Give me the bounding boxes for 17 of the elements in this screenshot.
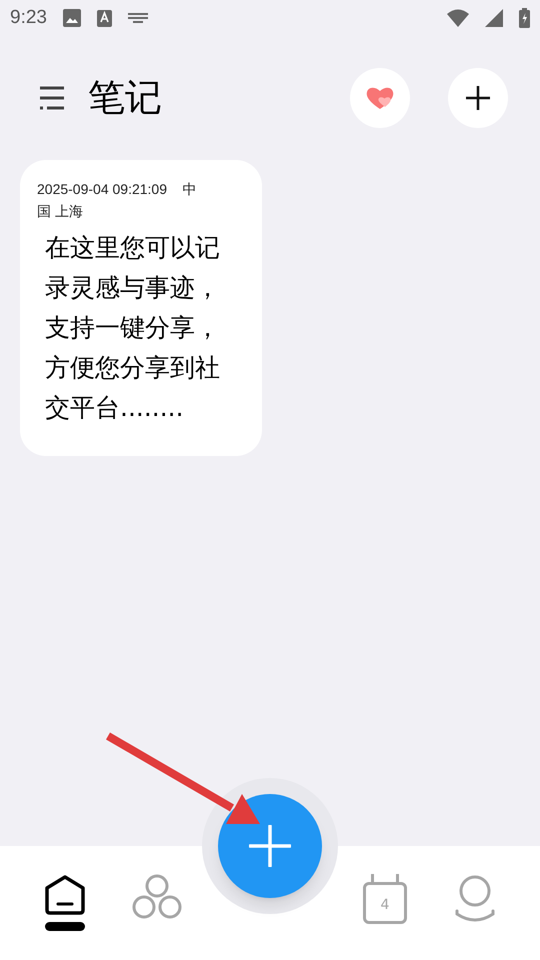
- image-icon: [62, 9, 81, 27]
- note-body: 在这里您可以记录灵感与事迹，支持一键分享，方便您分享到社交平台........: [45, 232, 221, 424]
- menu-icon[interactable]: [38, 85, 66, 111]
- note-card[interactable]: 2025-09-04 09:21:09 中国 上海 在这里您可以记录灵感与事迹，支持一键分享，方便您分享到社交平台........: [20, 160, 262, 456]
- battery-icon: [519, 8, 530, 28]
- plus-icon: [465, 85, 491, 111]
- status-time: 9:23: [10, 6, 47, 30]
- plus-icon: [249, 825, 291, 867]
- active-indicator: [45, 922, 85, 931]
- note-meta: 2025-09-04 09:21:09 中国 上海: [37, 180, 198, 221]
- calendar-day: 4: [380, 897, 390, 913]
- hearts-icon: [366, 86, 394, 110]
- wifi-icon: [447, 9, 469, 27]
- page-title: 笔记: [88, 75, 162, 122]
- signal-icon: [485, 9, 503, 27]
- keyboard-icon: [128, 13, 148, 23]
- text-format-icon: [96, 10, 112, 26]
